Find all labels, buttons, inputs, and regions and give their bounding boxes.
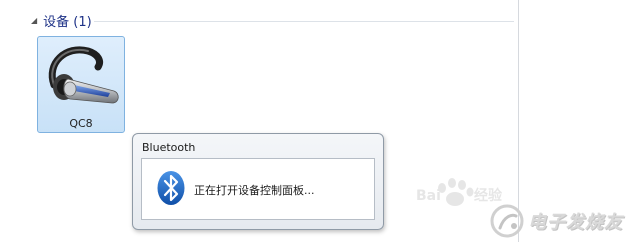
device-name-label: QC8: [69, 117, 93, 130]
elecfans-watermark: 电子发烧友: [490, 204, 630, 238]
svg-text:经验: 经验: [474, 187, 503, 204]
dialog-title: Bluetooth: [142, 141, 196, 154]
device-tile-qc8[interactable]: QC8: [37, 36, 125, 133]
elecfans-text: 电子发烧友: [528, 212, 623, 233]
dialog-content: 正在打开设备控制面板...: [141, 158, 375, 220]
dialog-message: 正在打开设备控制面板...: [194, 184, 315, 197]
group-divider: [94, 21, 514, 22]
svg-text:Bai: Bai: [416, 188, 441, 204]
bluetooth-icon: [157, 171, 185, 205]
devices-group-label: 设备 (1): [43, 14, 92, 30]
bluetooth-headset-icon: [48, 46, 119, 104]
devices-group-header[interactable]: ◢ 设备 (1): [31, 11, 92, 30]
elecfans-logo: [490, 204, 524, 238]
collapse-triangle-icon[interactable]: ◢: [31, 16, 37, 25]
bluetooth-dialog: Bluetooth 正在打开设备控制面板...: [132, 133, 384, 230]
